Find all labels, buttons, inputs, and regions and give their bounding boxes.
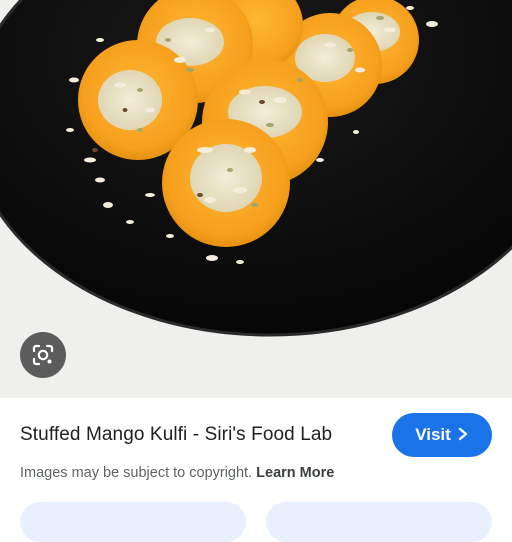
google-lens-icon xyxy=(32,344,54,366)
copyright-notice: Images may be subject to copyright. Lear… xyxy=(20,465,334,481)
action-chip[interactable] xyxy=(266,502,492,542)
visit-label: Visit xyxy=(415,425,451,444)
action-chip[interactable] xyxy=(20,502,246,542)
google-lens-button[interactable] xyxy=(20,332,66,378)
visit-button[interactable]: Visit xyxy=(392,413,492,457)
mango-slice xyxy=(162,119,290,247)
copyright-text: Images may be subject to copyright. xyxy=(20,465,253,481)
result-info-panel: Stuffed Mango Kulfi - Siri's Food Lab Vi… xyxy=(0,398,512,542)
chevron-right-icon xyxy=(457,426,469,444)
result-image[interactable] xyxy=(0,0,512,398)
result-title[interactable]: Stuffed Mango Kulfi - Siri's Food Lab xyxy=(20,424,332,446)
kulfi-photo xyxy=(0,0,512,398)
learn-more-link[interactable]: Learn More xyxy=(256,465,334,481)
